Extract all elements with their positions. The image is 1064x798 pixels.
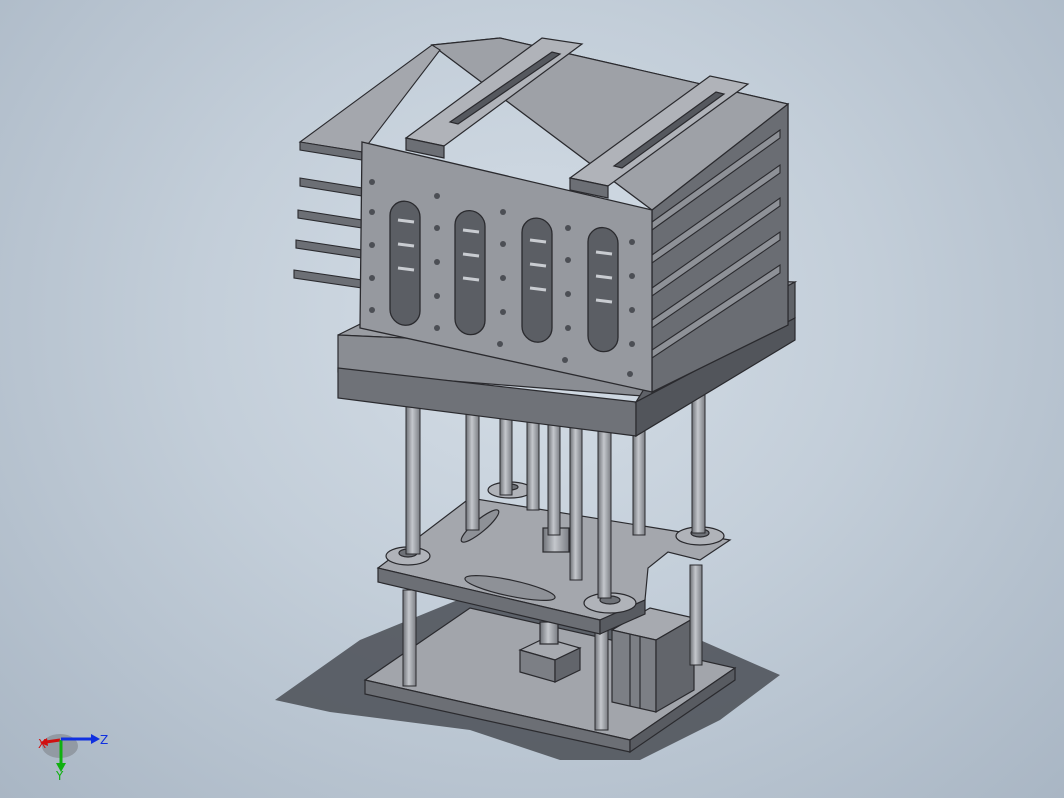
- x-axis-label: X: [38, 737, 46, 751]
- cad-assembly-model[interactable]: [0, 0, 1064, 798]
- graphics-viewport[interactable]: X Y Z: [0, 0, 1064, 798]
- reference-triad[interactable]: X Y Z: [30, 722, 120, 782]
- z-axis-label: Z: [100, 733, 108, 747]
- y-axis-label: Y: [55, 769, 64, 782]
